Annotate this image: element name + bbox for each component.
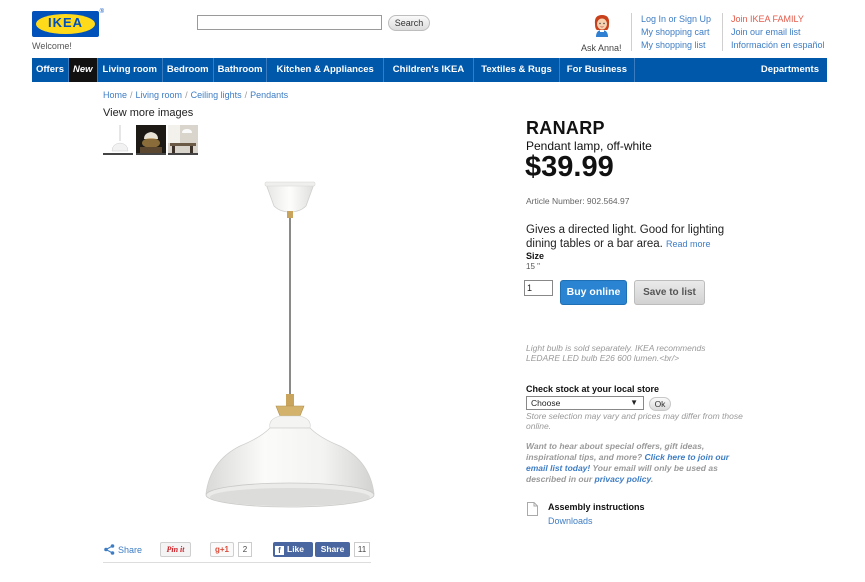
- breadcrumb-separator: /: [130, 90, 133, 100]
- save-to-list-button[interactable]: Save to list: [634, 280, 705, 305]
- google-plus-button[interactable]: g+1: [210, 542, 234, 557]
- document-icon: [527, 502, 538, 516]
- breadcrumb-home[interactable]: Home: [103, 90, 127, 100]
- logo-text: IKEA: [47, 15, 84, 30]
- dropdown-arrow-icon: ▼: [630, 398, 638, 407]
- thumbnail-lamp[interactable]: [103, 125, 133, 155]
- facebook-like-button[interactable]: f Like: [273, 542, 313, 557]
- welcome-text: Welcome!: [32, 41, 72, 51]
- facebook-share-button[interactable]: Share: [315, 542, 350, 557]
- account-links: Log In or Sign Up My shopping cart My sh…: [641, 13, 711, 52]
- product-blurb: Gives a directed light. Good for lightin…: [526, 223, 741, 251]
- facebook-share-count: 11: [354, 542, 370, 557]
- store-ok-button[interactable]: Ok: [649, 397, 671, 411]
- breadcrumb: Home / Living room / Ceiling lights / Pendants: [103, 90, 288, 100]
- read-more-link[interactable]: Read more: [666, 239, 711, 249]
- facebook-like-label: Like: [287, 544, 305, 554]
- nav-for-business[interactable]: For Business: [560, 58, 635, 82]
- google-plus-count: 2: [238, 542, 252, 557]
- nav-kitchen[interactable]: Kitchen & Appliances: [267, 58, 384, 82]
- main-nav: Offers New Living room Bedroom Bathroom …: [32, 58, 827, 82]
- nav-bathroom[interactable]: Bathroom: [214, 58, 268, 82]
- stock-check-title: Check stock at your local store: [526, 384, 660, 394]
- nav-bedroom[interactable]: Bedroom: [163, 58, 214, 82]
- login-link[interactable]: Log In or Sign Up: [641, 13, 711, 26]
- shopping-cart-link[interactable]: My shopping cart: [641, 26, 711, 39]
- privacy-policy-link[interactable]: privacy policy: [595, 474, 651, 484]
- registered-mark: ®: [99, 9, 104, 15]
- special-offers-text: Want to hear about special offers, gift …: [526, 441, 751, 485]
- nav-childrens[interactable]: Children's IKEA: [384, 58, 475, 82]
- ask-anna-label[interactable]: Ask Anna!: [581, 43, 622, 53]
- product-price: $39.99: [525, 151, 614, 183]
- pinterest-pinit-button[interactable]: Pin it: [160, 542, 191, 557]
- size-label: Size: [526, 251, 545, 261]
- store-selection-note: Store selection may vary and prices may …: [526, 411, 743, 431]
- nav-new[interactable]: New: [68, 58, 98, 82]
- product-image-pendant-lamp[interactable]: [200, 176, 390, 521]
- family-links: Join IKEA FAMILY Join our email list Inf…: [731, 13, 825, 52]
- quantity-input[interactable]: [524, 280, 553, 296]
- thumbnail-room[interactable]: [168, 125, 198, 155]
- share-bar: Share Pin it g+1 2 f Like Share 11: [103, 541, 371, 563]
- breadcrumb-separator: /: [185, 90, 188, 100]
- ikea-logo[interactable]: IKEA ®: [32, 9, 104, 37]
- breadcrumb-pendants[interactable]: Pendants: [250, 90, 288, 100]
- buy-online-button[interactable]: Buy online: [560, 280, 627, 305]
- downloads-link[interactable]: Downloads: [548, 516, 593, 526]
- email-list-link[interactable]: Join our email list: [731, 26, 825, 39]
- offers-text-after: .: [650, 474, 654, 484]
- view-more-images-label: View more images: [103, 107, 194, 119]
- thumbnail-lit-lamp[interactable]: [136, 125, 166, 155]
- bulb-note: Light bulb is sold separately. IKEA reco…: [526, 343, 706, 363]
- nav-living-room[interactable]: Living room: [98, 58, 163, 82]
- shopping-list-link[interactable]: My shopping list: [641, 39, 711, 52]
- facebook-icon: f: [275, 546, 284, 555]
- header-divider: [722, 13, 723, 51]
- spanish-link[interactable]: Información en español: [731, 39, 825, 52]
- join-family-link[interactable]: Join IKEA FAMILY: [731, 13, 825, 26]
- store-select[interactable]: Choose ▼: [526, 396, 644, 410]
- article-number: Article Number: 902.564.97: [526, 196, 630, 206]
- search-input[interactable]: [197, 15, 382, 30]
- ask-anna-avatar-icon[interactable]: [592, 13, 612, 37]
- product-name: RANARP: [526, 118, 605, 138]
- nav-offers[interactable]: Offers: [32, 58, 69, 82]
- assembly-instructions-title: Assembly instructions: [548, 502, 645, 512]
- breadcrumb-ceiling-lights[interactable]: Ceiling lights: [191, 90, 242, 100]
- search-button[interactable]: Search: [388, 15, 430, 31]
- share-icon[interactable]: [104, 544, 115, 555]
- nav-textiles[interactable]: Textiles & Rugs: [474, 58, 560, 82]
- store-select-value: Choose: [531, 398, 561, 408]
- breadcrumb-living-room[interactable]: Living room: [136, 90, 183, 100]
- share-link[interactable]: Share: [118, 545, 142, 555]
- nav-departments[interactable]: Departments: [757, 58, 827, 82]
- breadcrumb-separator: /: [244, 90, 248, 100]
- header-divider: [631, 13, 632, 51]
- size-value: 15 ": [526, 262, 540, 271]
